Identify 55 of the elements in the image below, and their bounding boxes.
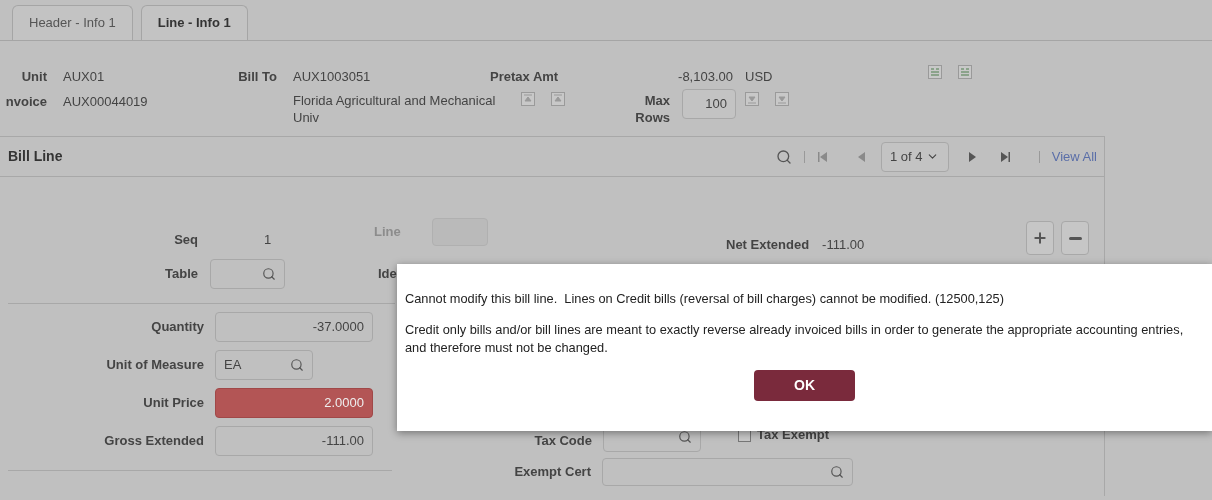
max-rows-field[interactable]: 100 [682,89,736,119]
field-label: Exempt Cert [513,463,591,482]
customer-name: Florida Agricultural and Mechanical Univ [293,92,497,126]
field-label: Gross Extended [103,432,204,451]
dialog-message: Cannot modify this bill line. Lines on Credit bills (reversal of bill charges) cannot be modified. (12500,125) [405,290,1005,308]
tab[interactable]: Header - Info 1 [12,5,133,40]
field-label: Quantity [150,318,204,337]
number-field[interactable]: 2.0000 [215,388,373,418]
plus-icon [1032,230,1048,246]
page-dropdown[interactable]: 1 of 4 [880,141,949,172]
field-value: -111.00 [822,236,865,255]
search-icon[interactable] [262,267,276,281]
field-label: Net Extended [726,236,810,255]
search-icon[interactable] [830,465,844,479]
collapse-icon[interactable] [521,92,535,106]
panel-title: Bill Line [8,147,63,166]
field-label: Max Rows [634,92,670,126]
field-label: Ide [378,265,397,284]
spreadsheet-icon[interactable] [958,65,972,79]
tab[interactable]: Line - Info 1 [140,5,248,40]
field-label: Tax Code [533,432,592,451]
last-page-icon[interactable] [998,149,1011,164]
collapse-icon[interactable] [551,92,565,106]
ok-button[interactable]: OK [754,370,855,401]
lookup-field[interactable]: EA [215,350,313,380]
first-page-icon[interactable] [816,149,829,164]
field-value: AUX00044019 [63,93,149,111]
field-label: Pretax Amt [490,68,560,87]
field-label: Table [164,265,198,284]
field-value: AUX1003051 [293,68,372,87]
table-lookup-field[interactable] [210,259,285,289]
field-value: 1 [264,231,273,250]
view-all-link[interactable]: View All [1051,146,1097,167]
search-icon[interactable] [775,148,792,165]
search-icon[interactable] [290,358,304,372]
amount-value: -8,103.00 [677,68,733,87]
field-label: Unit [20,68,47,87]
expand-icon[interactable] [745,92,759,106]
field-label: Seq [173,231,198,250]
field-label: nvoice [4,93,47,111]
search-icon[interactable] [678,430,692,444]
field-value: AUX01 [63,68,106,87]
expand-icon[interactable] [775,92,789,106]
add-row-button[interactable] [1026,221,1054,255]
field-label: Bill To [237,68,277,87]
field-label: Unit of Measure [105,356,204,375]
dialog-message: Credit only bills and/or bill lines are meant to exactly reverse already invoiced bills in order to generate the appropriate accounting entries, and therefore must not be changed. [405,321,1185,357]
field-label: Unit Price [142,394,204,413]
exempt-cert-field[interactable] [602,458,853,486]
minus-icon [1068,236,1082,240]
spreadsheet-icon[interactable] [928,65,942,79]
number-field[interactable]: -111.00 [215,426,373,456]
number-field[interactable]: -37.0000 [215,312,373,342]
currency-value: USD [745,68,774,87]
delete-row-button[interactable] [1061,221,1089,255]
